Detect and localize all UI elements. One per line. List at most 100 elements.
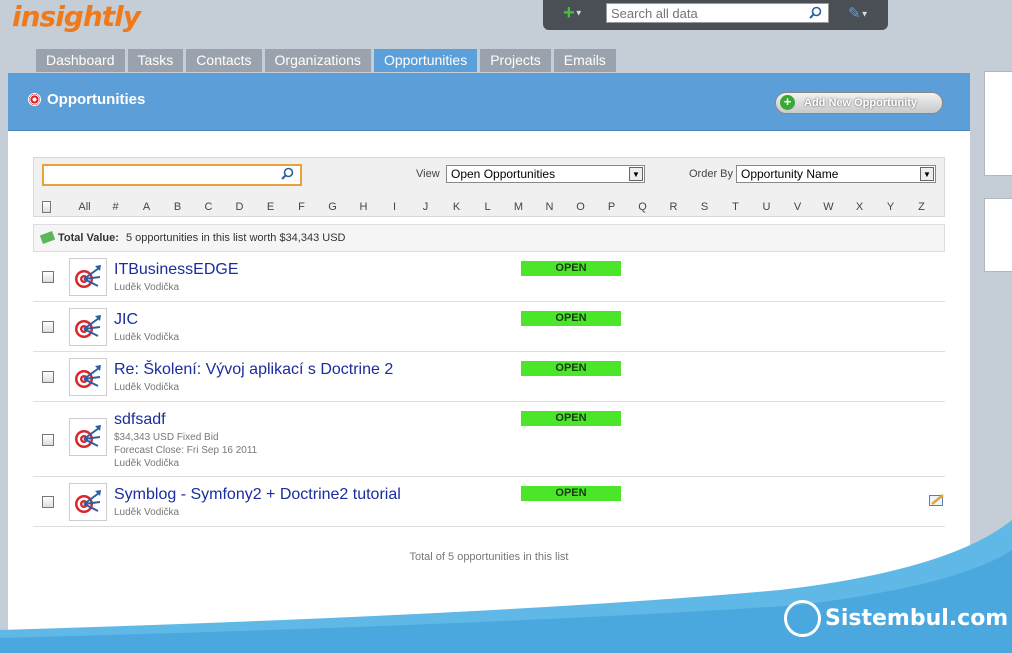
- alphabet-letter[interactable]: F: [286, 201, 317, 213]
- edit-icon[interactable]: [929, 493, 945, 507]
- row-checkbox[interactable]: [42, 321, 54, 333]
- alphabet-letter[interactable]: T: [720, 201, 751, 213]
- table-row: ITBusinessEDGE Luděk Vodička OPEN: [33, 252, 945, 302]
- alphabet-letter[interactable]: U: [751, 201, 782, 213]
- alphabet-letter[interactable]: W: [813, 201, 844, 213]
- alphabet-letter[interactable]: V: [782, 201, 813, 213]
- select-all-checkbox[interactable]: [42, 201, 51, 213]
- alphabet-letter[interactable]: O: [565, 201, 596, 213]
- opportunity-detail: Luděk Vodička: [114, 282, 180, 293]
- status-badge: OPEN: [521, 411, 621, 426]
- alphabet-letter[interactable]: P: [596, 201, 627, 213]
- add-new-opportunity-button[interactable]: + Add New Opportunity: [775, 92, 943, 114]
- order-select-value: Opportunity Name: [741, 167, 839, 181]
- alphabet-letter[interactable]: S: [689, 201, 720, 213]
- filter-box: View Open Opportunities ▼ Order By Oppor…: [33, 157, 945, 217]
- alphabet-letter[interactable]: I: [379, 201, 410, 213]
- global-search-input[interactable]: [607, 4, 802, 22]
- page-title-text: Opportunities: [47, 91, 146, 108]
- tab-emails[interactable]: Emails: [553, 49, 616, 72]
- watermark-logo-icon: [784, 600, 821, 637]
- tab-opportunities[interactable]: Opportunities: [373, 49, 478, 72]
- alphabet-letter[interactable]: J: [410, 201, 441, 213]
- status-badge: OPEN: [521, 361, 621, 376]
- opportunity-detail: Luděk Vodička: [114, 507, 180, 518]
- alphabet-letter[interactable]: L: [472, 201, 503, 213]
- global-search: [606, 3, 829, 23]
- opportunity-list: ITBusinessEDGE Luděk Vodička OPEN JIC Luděk …: [33, 252, 945, 527]
- opportunity-detail: Luděk Vodička: [114, 382, 180, 393]
- table-row: Re: Školení: Vývoj aplikací s Doctrine 2…: [33, 352, 945, 402]
- list-search-input[interactable]: [44, 166, 274, 184]
- alphabet-letter[interactable]: X: [844, 201, 875, 213]
- row-checkbox[interactable]: [42, 271, 54, 283]
- tab-tasks[interactable]: Tasks: [127, 49, 184, 72]
- tab-organizations[interactable]: Organizations: [264, 49, 371, 72]
- alphabet-letter[interactable]: K: [441, 201, 472, 213]
- alphabet-letter[interactable]: All: [69, 201, 100, 213]
- search-icon[interactable]: [809, 6, 822, 19]
- opportunity-name-link[interactable]: ITBusinessEDGE: [114, 261, 238, 279]
- alphabet-letter[interactable]: A: [131, 201, 162, 213]
- plus-icon: +: [563, 2, 575, 24]
- alphabet-letters: All # A B C D E F G H I J K L M N O P Q R S T U V W X Y Z: [69, 201, 937, 213]
- app-logo[interactable]: insightly: [12, 0, 141, 33]
- side-widget-actions[interactable]: [984, 71, 1012, 176]
- list-search: [42, 164, 302, 186]
- opportunity-thumbnail[interactable]: [69, 418, 107, 456]
- alphabet-letter[interactable]: N: [534, 201, 565, 213]
- opportunity-thumbnail[interactable]: [69, 258, 107, 296]
- alphabet-letter[interactable]: Q: [627, 201, 658, 213]
- alphabet-letter[interactable]: H: [348, 201, 379, 213]
- chevron-down-icon: ▼: [574, 8, 583, 18]
- status-badge: OPEN: [521, 261, 621, 276]
- watermark: Sistembul.com: [784, 600, 1008, 637]
- order-by-label: Order By: [689, 168, 734, 180]
- total-value-bar: Total Value: 5 opportunities in this lis…: [33, 224, 945, 252]
- add-circle-icon: +: [780, 95, 795, 110]
- tab-dashboard[interactable]: Dashboard: [36, 49, 125, 72]
- opportunity-name-link[interactable]: JIC: [114, 311, 138, 329]
- alphabet-letter[interactable]: M: [503, 201, 534, 213]
- opportunity-detail: Luděk Vodička: [114, 332, 180, 343]
- status-badge: OPEN: [521, 311, 621, 326]
- view-select-value: Open Opportunities: [451, 167, 556, 181]
- opportunity-thumbnail[interactable]: [69, 308, 107, 346]
- opportunity-thumbnail[interactable]: [69, 358, 107, 396]
- status-badge: OPEN: [521, 486, 621, 501]
- tab-projects[interactable]: Projects: [480, 49, 551, 72]
- alphabet-letter[interactable]: E: [255, 201, 286, 213]
- dropdown-arrow-icon: ▼: [920, 167, 934, 181]
- alphabet-filter: All # A B C D E F G H I J K L M N O P Q R S T U V W X Y Z: [42, 201, 937, 213]
- pin-icon: ✎: [848, 5, 861, 22]
- main-nav-tabs: Dashboard Tasks Contacts Organizations Oppor…: [36, 49, 616, 72]
- alphabet-letter[interactable]: G: [317, 201, 348, 213]
- opportunity-name-link[interactable]: Re: Školení: Vývoj aplikací s Doctrine 2: [114, 361, 393, 379]
- order-by-select[interactable]: Opportunity Name ▼: [736, 165, 936, 183]
- opportunity-thumbnail[interactable]: [69, 483, 107, 521]
- pin-menu-button[interactable]: ✎▼: [848, 4, 869, 22]
- alphabet-letter[interactable]: R: [658, 201, 689, 213]
- search-icon[interactable]: [281, 167, 294, 180]
- add-button-label: Add New Opportunity: [804, 97, 918, 109]
- row-checkbox[interactable]: [42, 371, 54, 383]
- alphabet-letter[interactable]: Y: [875, 201, 906, 213]
- side-widget-charts[interactable]: [984, 198, 1012, 272]
- total-value-label: Total Value:: [58, 232, 119, 244]
- alphabet-letter[interactable]: C: [193, 201, 224, 213]
- opportunity-name-link[interactable]: sdfsadf: [114, 411, 166, 429]
- opportunity-name-link[interactable]: Symblog - Symfony2 + Doctrine2 tutorial: [114, 486, 401, 504]
- row-checkbox[interactable]: [42, 496, 54, 508]
- quick-add-button[interactable]: +▼: [563, 3, 583, 24]
- alphabet-letter[interactable]: #: [100, 201, 131, 213]
- total-value-text: 5 opportunities in this list worth $34,3…: [125, 232, 346, 244]
- row-checkbox[interactable]: [42, 433, 54, 446]
- opportunity-detail: Luděk Vodička: [114, 458, 180, 469]
- tab-contacts[interactable]: Contacts: [186, 49, 262, 72]
- alphabet-letter[interactable]: B: [162, 201, 193, 213]
- opportunity-detail: $34,343 USD Fixed Bid: [114, 432, 219, 443]
- alphabet-letter[interactable]: D: [224, 201, 255, 213]
- view-select[interactable]: Open Opportunities ▼: [446, 165, 645, 183]
- alphabet-letter[interactable]: Z: [906, 201, 937, 213]
- watermark-text: Sistembul.com: [825, 606, 1009, 631]
